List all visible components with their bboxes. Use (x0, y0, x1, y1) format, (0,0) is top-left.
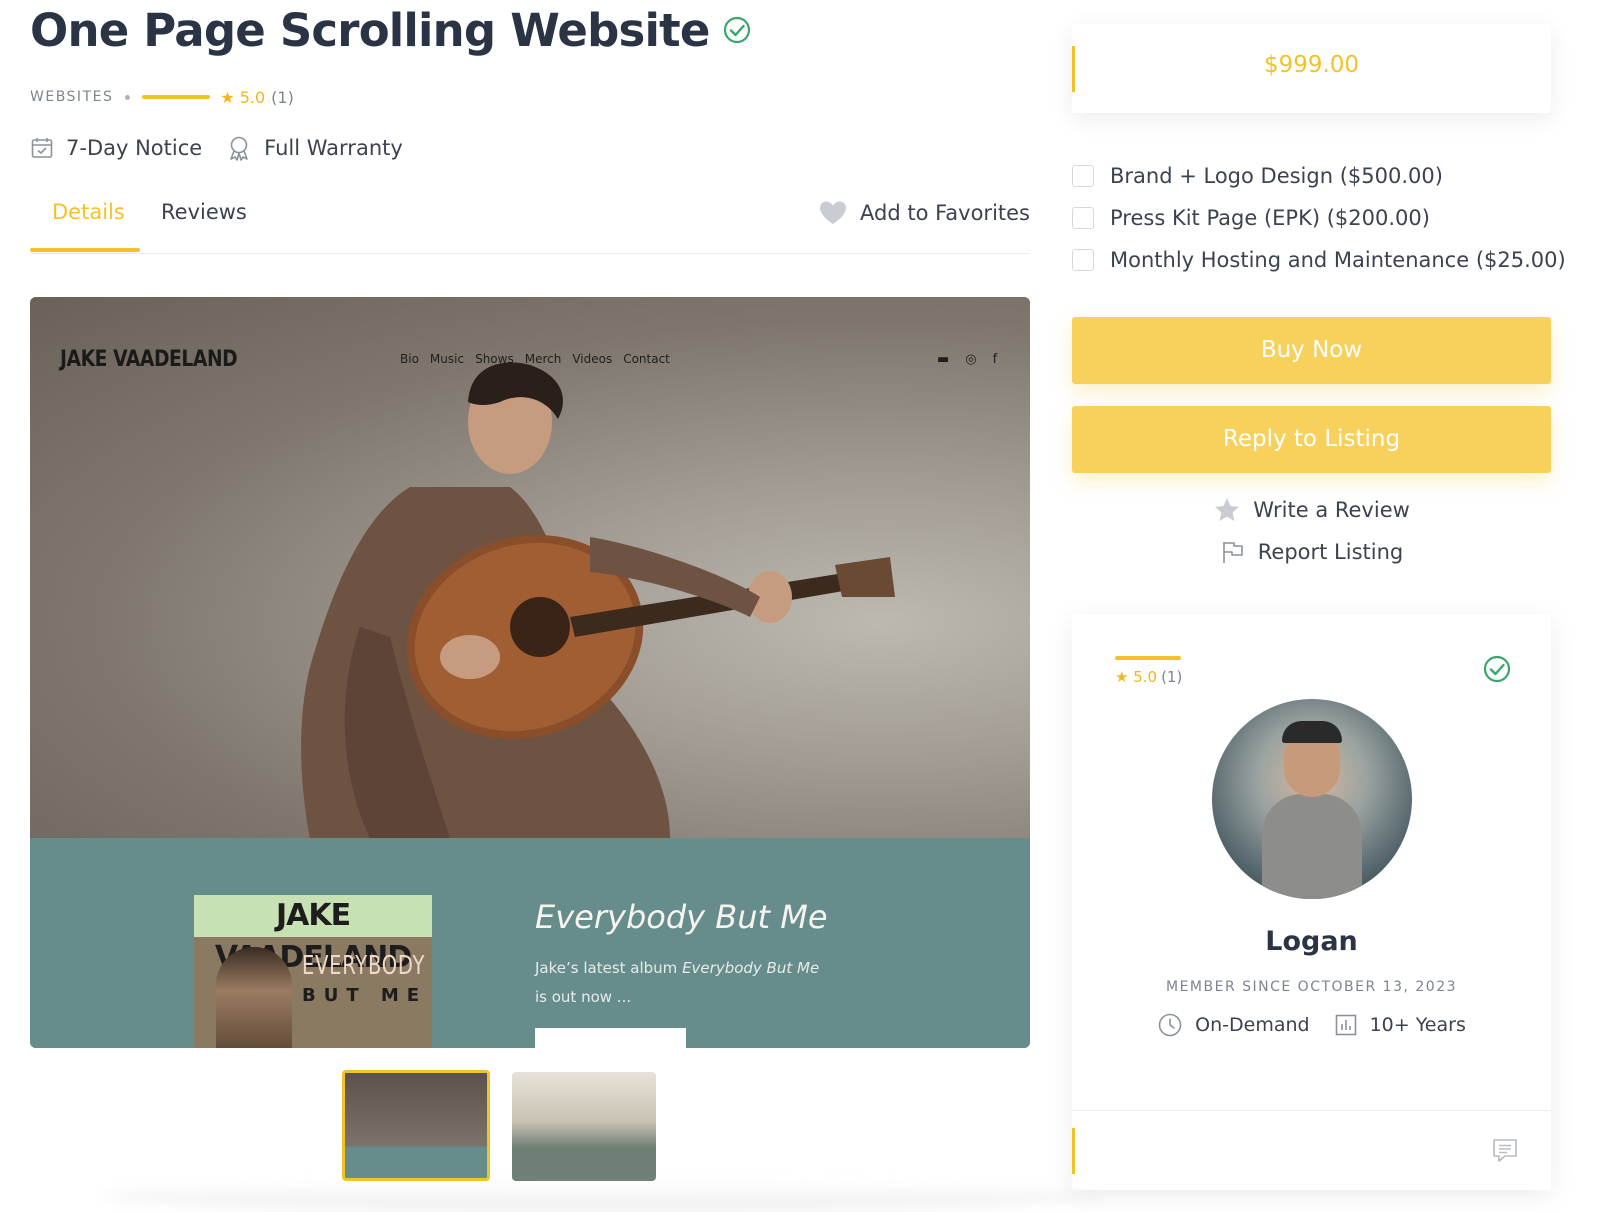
addon-options: Brand + Logo Design ($500.00) Press Kit … (1072, 155, 1566, 281)
page-title: One Page Scrolling Website (30, 3, 710, 57)
write-review-label: Write a Review (1253, 498, 1410, 522)
award-ribbon-icon (230, 136, 248, 161)
listing-tabs: Details Reviews Add to Favorites (30, 190, 1030, 254)
addon-label: Brand + Logo Design ($500.00) (1110, 164, 1443, 188)
avatar-body (1262, 794, 1362, 899)
seller-name[interactable]: Logan (1072, 926, 1551, 957)
seller-card-footer (1072, 1110, 1551, 1190)
report-listing-label: Report Listing (1257, 540, 1404, 564)
preview-nav-item: Videos (572, 352, 613, 366)
reply-to-listing-button[interactable]: Reply to Listing (1072, 406, 1551, 473)
feature-warranty: Full Warranty (226, 135, 403, 161)
rating-count: (1) (271, 87, 294, 107)
listing-features: 7-Day Notice Full Warranty (30, 133, 427, 163)
preview-album-section: JAKE VAADELAND EVERYBODY BUT ME Everybod… (30, 838, 1030, 1048)
promo-title: Everybody But Me (535, 898, 828, 936)
album-title-line-2: BUT ME (302, 985, 428, 1006)
separator-dot (125, 94, 131, 100)
seller-rating-bar (1115, 656, 1181, 660)
seller-experience: 10+ Years (1334, 1013, 1466, 1037)
star-icon (1215, 498, 1240, 521)
promo-button (535, 1028, 686, 1048)
listing-meta: WEBSITES ★ 5.0 (1) (30, 86, 294, 108)
album-artist: JAKE VAADELAND (194, 895, 432, 975)
experience-label: 10+ Years (1369, 1014, 1466, 1036)
availability-label: On-Demand (1195, 1014, 1310, 1036)
page-shadow (100, 1180, 1100, 1212)
thumbnail-strip (342, 1070, 656, 1181)
preview-site-logo: JAKE VAADELAND (60, 347, 238, 372)
seller-meta: On-Demand 10+ Years (1072, 1012, 1551, 1038)
feature-label: 7-Day Notice (66, 136, 203, 160)
promo-text: Jake’s latest album Everybody But Me is o… (535, 954, 855, 1012)
avatar-cap (1282, 721, 1342, 743)
addon-hosting[interactable]: Monthly Hosting and Maintenance ($25.00) (1072, 239, 1566, 281)
preview-nav-item: Merch (524, 352, 562, 366)
preview-nav-item: Shows (475, 352, 514, 366)
addon-brand-logo[interactable]: Brand + Logo Design ($500.00) (1072, 155, 1566, 197)
preview-social-icons: ▬ ◎ f (937, 352, 997, 367)
report-listing-link[interactable]: Report Listing (1072, 536, 1551, 568)
bar-chart-icon (1335, 1014, 1356, 1036)
write-review-link[interactable]: Write a Review (1072, 494, 1551, 526)
active-tab-indicator (30, 248, 140, 252)
tab-details[interactable]: Details (52, 200, 125, 224)
addon-label: Press Kit Page (EPK) ($200.00) (1110, 206, 1430, 230)
verified-check-icon (1483, 655, 1511, 683)
promo-text-emphasis: Everybody But Me (682, 959, 820, 977)
seller-rating: ★ 5.0 (1) (1115, 668, 1182, 686)
add-to-favorites-button[interactable]: Add to Favorites (818, 200, 1030, 226)
addon-checkbox[interactable] (1072, 165, 1094, 187)
rating-value: 5.0 (239, 87, 266, 107)
thumbnail-2[interactable] (512, 1072, 656, 1181)
preview-nav-item: Bio (400, 352, 419, 366)
category-link[interactable]: WEBSITES (30, 89, 113, 105)
price-box: $999.00 (1072, 24, 1551, 113)
footer-accent-bar (1072, 1128, 1075, 1174)
price: $999.00 (1263, 52, 1360, 78)
avatar[interactable] (1212, 699, 1412, 899)
star-icon: ★ (1115, 668, 1134, 686)
message-icon[interactable] (1491, 1137, 1519, 1163)
listing-preview-image: JAKE VAADELAND Bio Music Shows Merch Vid… (30, 297, 1030, 1048)
promo-text-part: is out now ... (535, 988, 632, 1006)
flag-icon (1222, 542, 1243, 563)
buy-now-button[interactable]: Buy Now (1072, 317, 1551, 384)
feature-notice: 7-Day Notice (30, 136, 202, 160)
album-cover: JAKE VAADELAND EVERYBODY BUT ME (194, 895, 432, 1048)
guitarist-photo (301, 362, 895, 838)
addon-checkbox[interactable] (1072, 207, 1094, 229)
star-icon: ★ (220, 87, 235, 107)
addon-checkbox[interactable] (1072, 249, 1094, 271)
title-row: One Page Scrolling Website (30, 2, 752, 58)
addon-label: Monthly Hosting and Maintenance ($25.00) (1110, 248, 1566, 272)
preview-hero-photo: JAKE VAADELAND Bio Music Shows Merch Vid… (30, 297, 1030, 838)
seller-availability: On-Demand (1157, 1012, 1310, 1038)
seller-rating-count: (1) (1161, 668, 1183, 686)
seller-rating-value: 5.0 (1133, 668, 1158, 686)
promo-text-part: Jake’s latest album (535, 959, 683, 977)
tab-reviews[interactable]: Reviews (161, 200, 247, 224)
favorites-label: Add to Favorites (860, 201, 1030, 225)
feature-label: Full Warranty (264, 136, 403, 160)
heart-icon (820, 201, 847, 224)
calendar-check-icon (31, 138, 53, 158)
addon-press-kit[interactable]: Press Kit Page (EPK) ($200.00) (1072, 197, 1566, 239)
preview-nav-item: Music (429, 352, 465, 366)
album-portrait (216, 947, 292, 1048)
clock-icon (1158, 1013, 1182, 1037)
facebook-icon: f (992, 352, 998, 367)
preview-site-nav: Bio Music Shows Merch Videos Contact (400, 352, 670, 366)
rating-bar (142, 95, 211, 99)
member-since: MEMBER SINCE OCTOBER 13, 2023 (1165, 979, 1458, 995)
seller-card: ★ 5.0 (1) Logan MEMBER SINCE OCTOBER 13,… (1072, 614, 1551, 1190)
thumbnail-1[interactable] (342, 1070, 490, 1181)
album-title-line-1: EVERYBODY (302, 951, 426, 981)
preview-nav-item: Contact (623, 352, 670, 366)
verified-check-icon (723, 16, 750, 44)
youtube-icon: ▬ (937, 352, 950, 367)
instagram-icon: ◎ (965, 352, 977, 367)
